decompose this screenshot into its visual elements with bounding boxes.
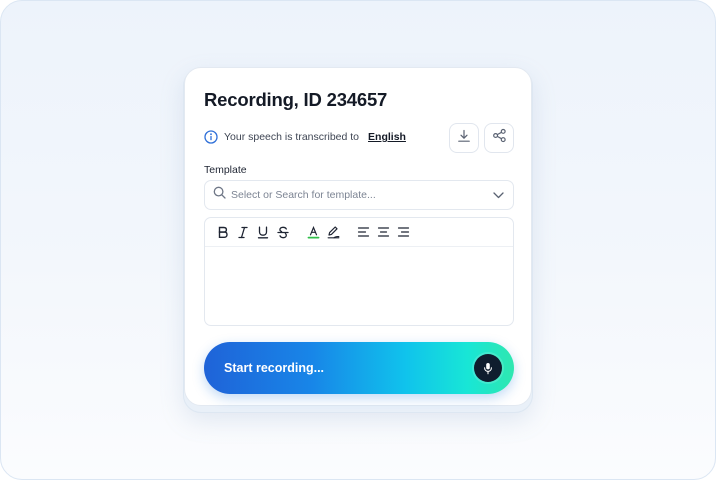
- language-link[interactable]: English: [368, 131, 406, 143]
- bold-icon: [218, 226, 228, 238]
- microphone-button[interactable]: [474, 354, 502, 382]
- editor-content[interactable]: [205, 247, 513, 325]
- bold-button[interactable]: [213, 222, 233, 242]
- transcription-info: Your speech is transcribed to English: [204, 130, 406, 144]
- italic-button[interactable]: [233, 222, 253, 242]
- recording-card: Recording, ID 234657 Your speech is tran…: [184, 67, 532, 406]
- underline-icon: [257, 226, 269, 238]
- highlight-button[interactable]: [323, 222, 343, 242]
- strikethrough-icon: [277, 226, 289, 238]
- download-icon: [457, 129, 471, 148]
- highlight-icon: [327, 225, 339, 238]
- font-color-button[interactable]: [303, 222, 323, 242]
- template-search-input[interactable]: Select or Search for template...: [231, 189, 493, 201]
- search-icon: [213, 186, 226, 204]
- italic-icon: [238, 226, 248, 238]
- share-button[interactable]: [484, 123, 514, 153]
- editor-toolbar: [205, 218, 513, 247]
- info-text: Your speech is transcribed to: [224, 131, 360, 143]
- start-recording-button[interactable]: Start recording...: [204, 342, 514, 394]
- align-left-button[interactable]: [353, 222, 373, 242]
- start-recording-label: Start recording...: [224, 361, 325, 375]
- download-button[interactable]: [449, 123, 479, 153]
- align-left-icon: [357, 227, 369, 237]
- template-label: Template: [204, 164, 247, 176]
- share-icon: [492, 128, 507, 148]
- chevron-down-icon[interactable]: [493, 186, 504, 204]
- microphone-icon: [484, 362, 492, 374]
- align-center-button[interactable]: [373, 222, 393, 242]
- strikethrough-button[interactable]: [273, 222, 293, 242]
- font-color-icon: [307, 225, 319, 238]
- underline-button[interactable]: [253, 222, 273, 242]
- rich-text-editor[interactable]: [204, 217, 514, 326]
- info-icon: [204, 130, 218, 144]
- page-title: Recording, ID 234657: [204, 89, 388, 110]
- align-center-icon: [377, 227, 389, 237]
- template-select[interactable]: Select or Search for template...: [204, 180, 514, 210]
- align-right-button[interactable]: [393, 222, 413, 242]
- align-right-icon: [397, 227, 409, 237]
